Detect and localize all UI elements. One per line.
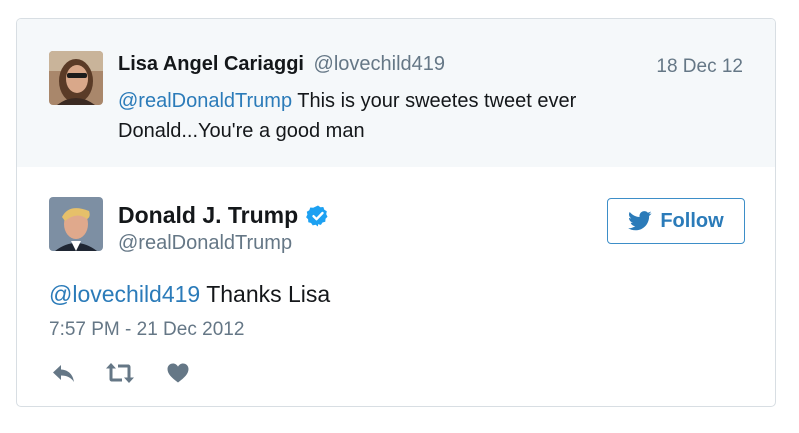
parent-text-line2: Donald...You're a good man — [118, 120, 365, 142]
verified-badge-icon — [306, 205, 328, 226]
retweet-icon[interactable] — [103, 361, 137, 385]
embedded-tweet-card: Lisa Angel Cariaggi @lovechild419 18 Dec… — [16, 18, 776, 407]
parent-mention-link[interactable]: @realDonaldTrump — [118, 90, 292, 112]
parent-author[interactable]: Lisa Angel Cariaggi @lovechild419 — [118, 53, 445, 76]
parent-tweet-date[interactable]: 18 Dec 12 — [656, 56, 743, 78]
main-mention-link[interactable]: @lovechild419 — [49, 281, 200, 307]
parent-text-line1: This is your sweetes tweet ever — [292, 90, 577, 112]
main-author-name[interactable]: Donald J. Trump — [118, 202, 298, 229]
main-tweet-text: @lovechild419 Thanks Lisa — [49, 281, 330, 308]
twitter-bird-icon — [628, 211, 652, 231]
main-author-avatar[interactable] — [49, 197, 103, 251]
main-author-handle[interactable]: @realDonaldTrump — [118, 232, 292, 255]
main-tweet-timestamp[interactable]: 7:57 PM - 21 Dec 2012 — [49, 319, 244, 341]
parent-author-name[interactable]: Lisa Angel Cariaggi — [118, 53, 304, 75]
follow-button[interactable]: Follow — [607, 198, 745, 244]
parent-tweet[interactable]: Lisa Angel Cariaggi @lovechild419 18 Dec… — [17, 19, 775, 167]
parent-author-avatar[interactable] — [49, 51, 103, 105]
reply-icon[interactable] — [49, 361, 79, 385]
tweet-actions — [49, 361, 191, 385]
main-author-name-row[interactable]: Donald J. Trump — [118, 202, 330, 229]
follow-button-label: Follow — [660, 209, 724, 232]
parent-author-handle[interactable]: @lovechild419 — [314, 53, 446, 75]
like-icon[interactable] — [165, 361, 191, 385]
parent-tweet-text: @realDonaldTrump This is your sweetes tw… — [118, 86, 658, 146]
main-text-body: Thanks Lisa — [200, 281, 331, 307]
